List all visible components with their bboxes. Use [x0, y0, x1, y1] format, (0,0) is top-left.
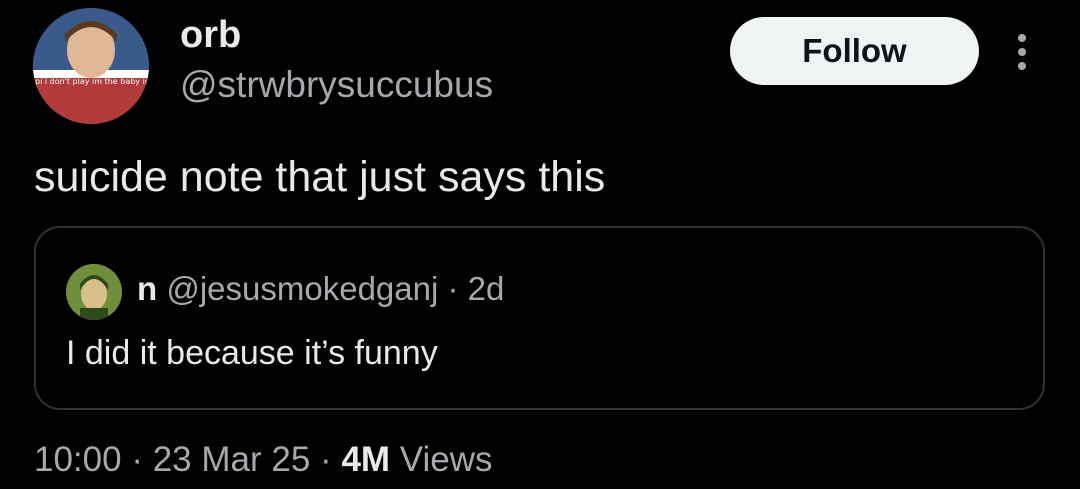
tweet-meta: 10:00 · 23 Mar 25 · 4M Views: [34, 440, 493, 480]
follow-button[interactable]: Follow: [730, 17, 979, 85]
quoted-author-avatar[interactable]: [66, 264, 122, 320]
author-display-name[interactable]: orb: [180, 14, 241, 57]
tweet-date[interactable]: 23 Mar 25: [153, 440, 311, 479]
quoted-tweet-text: I did it because it’s funny: [66, 334, 438, 372]
author-avatar[interactable]: she like papi i don't play im the baby i…: [33, 8, 149, 124]
tweet-text: suicide note that just says this: [34, 153, 606, 201]
quoted-age: 2d: [467, 270, 505, 307]
avatar-image: she like papi i don't play im the baby i…: [33, 8, 149, 124]
quoted-tweet-card[interactable]: [34, 226, 1045, 410]
quoted-handle[interactable]: @jesusmokedganj: [166, 270, 438, 307]
avatar-caption: she like papi i don't play im the baby i…: [33, 77, 149, 86]
author-handle[interactable]: @strwbrysuccubus: [180, 64, 493, 106]
more-options-icon[interactable]: [1012, 32, 1032, 72]
tweet-time[interactable]: 10:00: [34, 440, 122, 479]
quoted-separator: ·: [447, 270, 459, 307]
quoted-avatar-image: [66, 264, 122, 320]
meta-separator: ·: [320, 440, 332, 479]
quoted-display-name[interactable]: n: [137, 270, 157, 307]
views-label: Views: [399, 440, 493, 479]
quoted-header: n @jesusmokedganj · 2d: [137, 270, 504, 308]
meta-separator: ·: [131, 440, 143, 479]
views-count[interactable]: 4M: [341, 440, 390, 479]
